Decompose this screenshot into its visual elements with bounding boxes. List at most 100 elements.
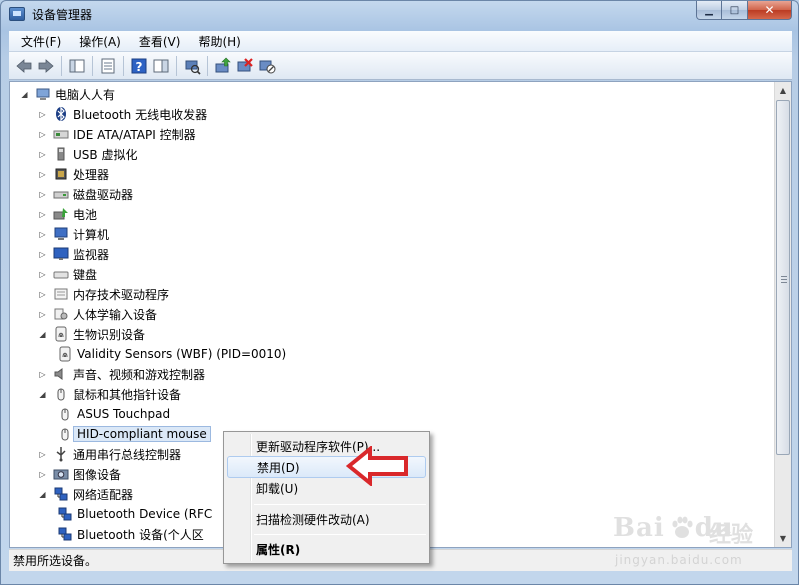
monitor-icon bbox=[53, 246, 69, 262]
menu-help[interactable]: 帮助(H) bbox=[186, 33, 246, 50]
tree-item-label: 监视器 bbox=[73, 247, 110, 262]
expand-icon[interactable]: ▷ bbox=[38, 290, 47, 299]
tree-category-item[interactable]: ▷ 磁盘驱动器 bbox=[38, 184, 133, 204]
tree-device-item[interactable]: Bluetooth 设备(个人区 bbox=[57, 524, 204, 544]
menu-view[interactable]: 查看(V) bbox=[127, 33, 187, 50]
show-hide-tree-button[interactable] bbox=[66, 55, 88, 77]
expand-icon[interactable]: ▷ bbox=[38, 210, 47, 219]
toolbar-separator bbox=[207, 55, 208, 76]
menu-scan-hardware[interactable]: 扫描检测硬件改动(A) bbox=[227, 508, 426, 530]
maximize-button[interactable]: □ bbox=[722, 1, 748, 20]
tree-category-item[interactable]: ◢ 生物识别设备 bbox=[38, 324, 145, 344]
tree-item-label: 内存技术驱动程序 bbox=[73, 287, 170, 302]
tree-device-item[interactable]: HID-compliant mouse bbox=[57, 424, 211, 444]
collapse-icon[interactable]: ◢ bbox=[38, 390, 47, 399]
tree-item-label: 磁盘驱动器 bbox=[73, 187, 134, 202]
expand-icon[interactable]: ▷ bbox=[38, 270, 47, 279]
tree-category-item[interactable]: ▷ 通用串行总线控制器 bbox=[38, 444, 181, 464]
expand-icon[interactable]: ▷ bbox=[38, 130, 47, 139]
toolbar-separator bbox=[123, 55, 124, 76]
tree-category-item[interactable]: ◢ 鼠标和其他指针设备 bbox=[38, 384, 181, 404]
tree-device-item[interactable]: ASUS Touchpad bbox=[57, 404, 170, 424]
scroll-down-icon[interactable]: ▼ bbox=[775, 530, 791, 547]
tree-category-item[interactable]: ▷ IDE ATA/ATAPI 控制器 bbox=[38, 124, 195, 144]
uninstall-button[interactable] bbox=[234, 55, 256, 77]
tree-item-label: 计算机 bbox=[73, 227, 110, 242]
hid-icon bbox=[53, 306, 69, 322]
toolbar-separator bbox=[176, 55, 177, 76]
tree-item-label: HID-compliant mouse bbox=[73, 426, 211, 442]
scroll-up-icon[interactable]: ▲ bbox=[775, 82, 791, 99]
action-pane-button[interactable] bbox=[150, 55, 172, 77]
memory-tech-icon bbox=[53, 286, 69, 302]
tree-category-item[interactable]: ▷ 图像设备 bbox=[38, 464, 121, 484]
expand-icon[interactable]: ▷ bbox=[38, 110, 47, 119]
expand-icon[interactable]: ▷ bbox=[38, 250, 47, 259]
expand-icon[interactable]: ▷ bbox=[38, 150, 47, 159]
toolbar: ? bbox=[9, 52, 792, 80]
expand-icon[interactable]: ▷ bbox=[38, 470, 47, 479]
tree-root-label: 电脑人人有 bbox=[55, 87, 116, 102]
tree-category-item[interactable]: ◢ 网络适配器 bbox=[38, 484, 133, 504]
tree-category-item[interactable]: ▷ 内存技术驱动程序 bbox=[38, 284, 169, 304]
toolbar-separator bbox=[61, 55, 62, 76]
status-text: 禁用所选设备。 bbox=[13, 554, 98, 568]
tree-category-item[interactable]: ▷ 电池 bbox=[38, 204, 97, 224]
menu-separator bbox=[254, 504, 426, 505]
expand-icon[interactable]: ▷ bbox=[38, 450, 47, 459]
tree-item-label: 通用串行总线控制器 bbox=[73, 447, 182, 462]
scan-hardware-button[interactable] bbox=[181, 55, 203, 77]
expand-icon[interactable]: ▷ bbox=[38, 190, 47, 199]
menu-properties[interactable]: 属性(R) bbox=[227, 538, 426, 560]
tree-category-item[interactable]: ▷ 键盘 bbox=[38, 264, 97, 284]
tree-item-label: 图像设备 bbox=[73, 467, 122, 482]
tree-category-item[interactable]: ▷ 人体学输入设备 bbox=[38, 304, 157, 324]
collapse-icon[interactable]: ◢ bbox=[20, 90, 29, 99]
tree-category-item[interactable]: ▷ 计算机 bbox=[38, 224, 109, 244]
collapse-icon[interactable]: ◢ bbox=[38, 330, 47, 339]
update-driver-button[interactable] bbox=[212, 55, 234, 77]
tree-device-item[interactable]: Bluetooth Device (RFC bbox=[57, 504, 212, 524]
tree-category-item[interactable]: ▷ 监视器 bbox=[38, 244, 109, 264]
expand-icon[interactable]: ▷ bbox=[38, 310, 47, 319]
tree-category-item[interactable]: ▷ USB 虚拟化 bbox=[38, 144, 137, 164]
properties-button[interactable] bbox=[97, 55, 119, 77]
maximize-icon: □ bbox=[729, 4, 740, 16]
close-button[interactable]: ✕ bbox=[748, 1, 792, 20]
minimize-button[interactable]: ▁ bbox=[696, 1, 722, 20]
back-button[interactable] bbox=[13, 55, 35, 77]
tree-device-item[interactable]: Validity Sensors (WBF) (PID=0010) bbox=[57, 344, 286, 364]
disable-icon bbox=[259, 60, 276, 73]
expand-icon[interactable]: ▷ bbox=[38, 230, 47, 239]
computer-icon bbox=[35, 86, 51, 102]
show-hide-tree-icon bbox=[69, 59, 85, 72]
device-manager-icon bbox=[9, 7, 25, 21]
expand-icon[interactable]: ▷ bbox=[38, 170, 47, 179]
minimize-icon: ▁ bbox=[705, 4, 713, 16]
menu-action[interactable]: 操作(A) bbox=[67, 33, 127, 50]
tree-root[interactable]: ◢ 电脑人人有 bbox=[20, 84, 115, 104]
action-pane-icon bbox=[153, 59, 169, 72]
battery-icon bbox=[53, 206, 69, 222]
vertical-scrollbar[interactable]: ▲ ▼ bbox=[774, 82, 791, 547]
expand-icon[interactable]: ▷ bbox=[38, 370, 47, 379]
svg-text:?: ? bbox=[136, 60, 143, 74]
help-button[interactable]: ? bbox=[128, 55, 150, 77]
scroll-grip-icon bbox=[781, 276, 787, 283]
title-bar[interactable]: 设备管理器 ▁ □ ✕ bbox=[1, 1, 798, 29]
tree-category-item[interactable]: ▷ 处理器 bbox=[38, 164, 109, 184]
tree-item-label: 生物识别设备 bbox=[73, 327, 146, 342]
tree-category-item[interactable]: ▷ 声音、视频和游戏控制器 bbox=[38, 364, 205, 384]
toolbar-separator bbox=[92, 55, 93, 76]
tree-category-item[interactable]: ▷ Bluetooth 无线电收发器 bbox=[38, 104, 207, 124]
tree-item-label: USB 虚拟化 bbox=[73, 147, 138, 162]
disable-button[interactable] bbox=[256, 55, 278, 77]
collapse-icon[interactable]: ◢ bbox=[38, 490, 47, 499]
menu-separator bbox=[254, 534, 426, 535]
forward-button[interactable] bbox=[35, 55, 57, 77]
scroll-thumb[interactable] bbox=[776, 100, 790, 455]
menu-file[interactable]: 文件(F) bbox=[9, 33, 67, 50]
tree-item-label: Bluetooth Device (RFC bbox=[77, 507, 213, 521]
caption-buttons: ▁ □ ✕ bbox=[696, 1, 792, 20]
camera-icon bbox=[53, 466, 69, 482]
